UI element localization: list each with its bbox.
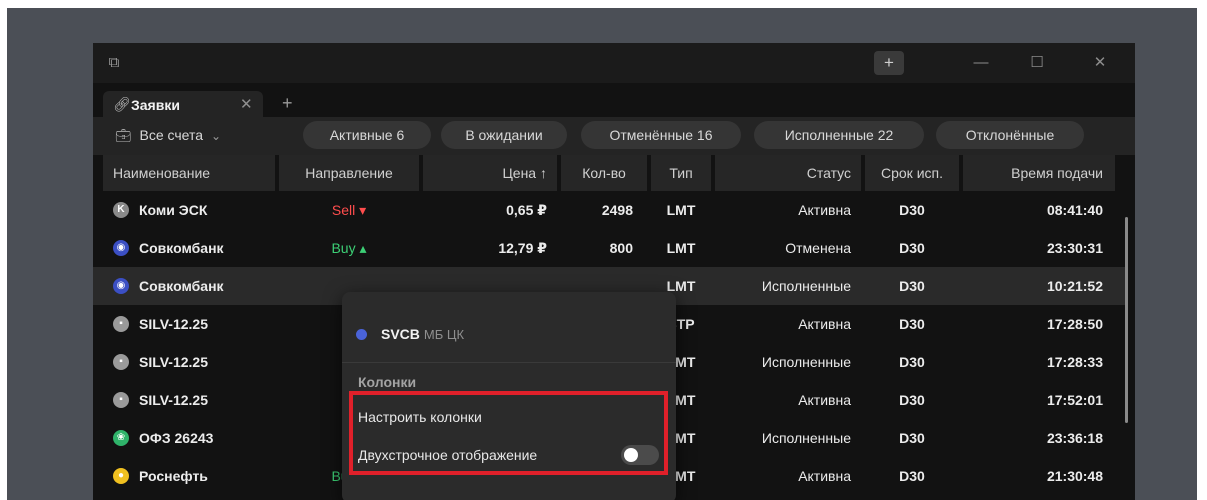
new-widget-button[interactable]: + xyxy=(874,51,904,75)
filter-bar: 💼︎ Все счета ⌄ Активные 6 В ожидании Отмен… xyxy=(93,117,1135,155)
cell-status: Исполненные xyxy=(761,354,851,370)
chevron-down-icon: ⌄ xyxy=(211,129,222,143)
instrument-logo-icon: ❀ xyxy=(113,430,129,446)
col-header-term[interactable]: Срок исп. xyxy=(865,155,959,191)
divider xyxy=(342,362,676,363)
close-tab-icon[interactable]: ✕ xyxy=(240,95,253,113)
instrument-name: SILV-12.25 xyxy=(139,392,209,408)
filter-chip-active[interactable]: Активные 6 xyxy=(303,121,431,149)
cell-time: 08:41:40 xyxy=(1046,202,1103,218)
instrument-logo-icon: ▪ xyxy=(113,392,129,408)
instrument-logo-icon: ● xyxy=(113,468,129,484)
cell-time: 23:36:18 xyxy=(1046,430,1103,446)
instrument-name: Роснефть xyxy=(139,468,208,484)
cell-term: D30 xyxy=(899,430,925,446)
cell-term: D30 xyxy=(899,316,925,332)
col-header-direction[interactable]: Направление xyxy=(279,155,419,191)
instrument-name: Совкомбанк xyxy=(139,278,224,294)
instrument-name: SILV-12.25 xyxy=(139,354,209,370)
cell-direction: Sell ▾ xyxy=(331,202,367,218)
cell-term: D30 xyxy=(899,468,925,484)
popup-instrument: SVCB МБ ЦК xyxy=(356,326,464,344)
cell-term: D30 xyxy=(899,240,925,256)
cell-status: Исполненные xyxy=(761,430,851,446)
filter-chip-executed[interactable]: Исполненные 22 xyxy=(754,121,924,149)
instrument-name: Совкомбанк xyxy=(139,240,224,256)
cell-type: LMT xyxy=(666,240,696,256)
accounts-dropdown[interactable]: 💼︎ Все счета ⌄ xyxy=(115,121,221,149)
tab-orders-label: Заявки xyxy=(131,97,180,113)
cell-status: Исполненные xyxy=(761,278,851,294)
accounts-label: Все счета xyxy=(139,127,204,143)
briefcase-icon: 💼︎ xyxy=(115,128,132,143)
filter-chip-pending[interactable]: В ожидании xyxy=(441,121,567,149)
add-tab-button[interactable]: + xyxy=(282,93,293,114)
highlight-annotation-box xyxy=(349,391,668,475)
cell-qty: 800 xyxy=(609,240,633,256)
instrument-name: SILV-12.25 xyxy=(139,316,209,332)
cell-term: D30 xyxy=(899,392,925,408)
cell-time: 17:28:33 xyxy=(1046,354,1103,370)
cell-type: LMT xyxy=(666,202,696,218)
cell-time: 17:28:50 xyxy=(1046,316,1103,332)
table-row[interactable]: ◉ Совкомбанк Buy ▴ 12,79 ₽ 800 LMT Отменена D30… xyxy=(93,229,1125,267)
instrument-name: ОФЗ 26243 xyxy=(139,430,214,446)
cell-term: D30 xyxy=(899,278,925,294)
cell-term: D30 xyxy=(899,202,925,218)
cell-time: 10:21:52 xyxy=(1046,278,1103,294)
window-layout-icon[interactable]: ⧉ xyxy=(105,54,123,72)
columns-section-title: Колонки xyxy=(358,374,417,390)
col-header-type[interactable]: Тип xyxy=(651,155,711,191)
instrument-logo-icon: ◉ xyxy=(113,240,129,256)
cell-price: 0,65 ₽ xyxy=(506,202,547,218)
instrument-logo-icon: ▪ xyxy=(113,316,129,332)
cell-term: D30 xyxy=(899,354,925,370)
instrument-logo-icon: ◉ xyxy=(113,278,129,294)
popup-market: МБ ЦК xyxy=(423,327,465,342)
col-header-status[interactable]: Статус xyxy=(715,155,861,191)
link-icon: 🔗︎ xyxy=(113,96,131,112)
cell-status: Активна xyxy=(798,468,851,484)
cell-time: 21:30:48 xyxy=(1046,468,1103,484)
cell-status: Активна xyxy=(798,392,851,408)
cell-status: Активна xyxy=(798,316,851,332)
minimize-button[interactable]: — xyxy=(966,51,996,75)
desktop-background: ⧉ + — ☐ ✕ 🔗︎ Заявки ✕ + 💼︎ Все счета ⌄ Акт… xyxy=(7,8,1197,500)
scrollbar[interactable] xyxy=(1125,217,1128,423)
close-window-button[interactable]: ✕ xyxy=(1085,51,1115,75)
maximize-button[interactable]: ☐ xyxy=(1022,51,1052,75)
filter-chip-cancelled[interactable]: Отменённые 16 xyxy=(581,121,741,149)
cell-time: 23:30:31 xyxy=(1046,240,1103,256)
instrument-logo-icon: ▪ xyxy=(113,354,129,370)
table-row[interactable]: K Коми ЭСК Sell ▾ 0,65 ₽ 2498 LMT Активна D30 08… xyxy=(93,191,1125,229)
cell-status: Отменена xyxy=(785,240,851,256)
tab-bar: 🔗︎ Заявки ✕ + xyxy=(93,87,1135,121)
col-header-price[interactable]: Цена ↑ xyxy=(423,155,557,191)
cell-direction: Buy ▴ xyxy=(331,240,367,256)
cell-qty: 2498 xyxy=(601,202,633,218)
filter-chip-rejected[interactable]: Отклонённые xyxy=(936,121,1084,149)
col-header-qty[interactable]: Кол-во xyxy=(561,155,647,191)
instrument-icon xyxy=(356,329,367,341)
col-header-submit-time[interactable]: Время подачи xyxy=(963,155,1115,191)
cell-time: 17:52:01 xyxy=(1046,392,1103,408)
title-bar: ⧉ + — ☐ ✕ xyxy=(93,43,1135,83)
instrument-name: Коми ЭСК xyxy=(139,202,208,218)
cell-status: Активна xyxy=(798,202,851,218)
instrument-logo-icon: K xyxy=(113,202,129,218)
popup-ticker: SVCB xyxy=(381,326,420,342)
col-header-name[interactable]: Наименование xyxy=(103,155,275,191)
cell-price: 12,79 ₽ xyxy=(498,240,547,256)
